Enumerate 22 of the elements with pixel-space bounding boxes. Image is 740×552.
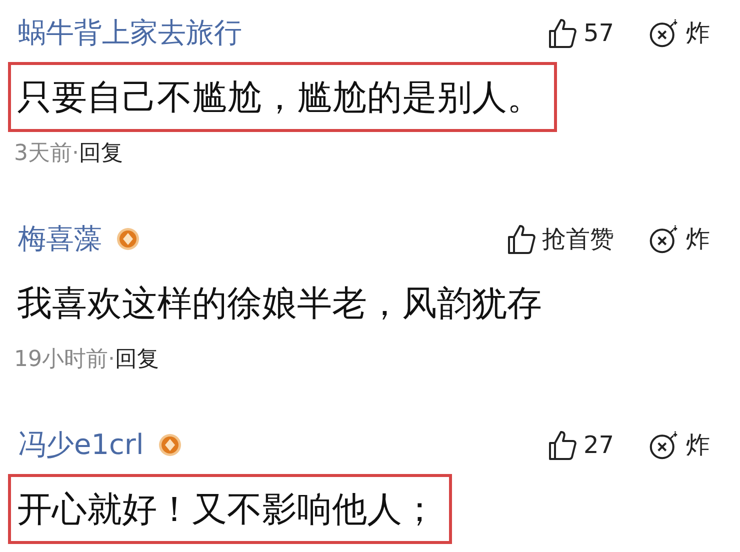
comment-time: 3天前· <box>14 140 79 168</box>
like-button[interactable]: 27 <box>547 429 614 461</box>
comment-text: 我喜欢这样的徐娘半老，风韵犹存 <box>16 282 543 326</box>
bomb-button[interactable]: 炸 <box>648 223 710 255</box>
author-name[interactable]: 冯少e1crl <box>18 426 144 464</box>
thumbs-up-icon <box>547 17 578 49</box>
like-button[interactable]: 抢首赞 <box>506 223 614 255</box>
comment-time: 19小时前· <box>14 346 115 374</box>
bomb-icon <box>648 18 680 48</box>
comment-text: 开心就好！又不影响他人； <box>8 474 452 544</box>
like-button[interactable]: 57 <box>547 17 614 49</box>
bomb-button[interactable]: 炸 <box>648 429 710 461</box>
bomb-icon <box>648 224 680 254</box>
bomb-icon <box>648 430 680 460</box>
thumbs-up-icon <box>547 429 578 461</box>
author-name[interactable]: 蜗牛背上家去旅行 <box>18 14 242 52</box>
reply-link[interactable]: 回复 <box>115 344 159 374</box>
bomb-button[interactable]: 炸 <box>648 17 710 49</box>
thumbs-up-icon <box>506 223 536 255</box>
comment-text: 只要自己不尴尬，尴尬的是别人。 <box>8 62 557 132</box>
author-name[interactable]: 梅喜藻 <box>18 220 102 258</box>
reply-link[interactable]: 回复 <box>79 138 123 168</box>
